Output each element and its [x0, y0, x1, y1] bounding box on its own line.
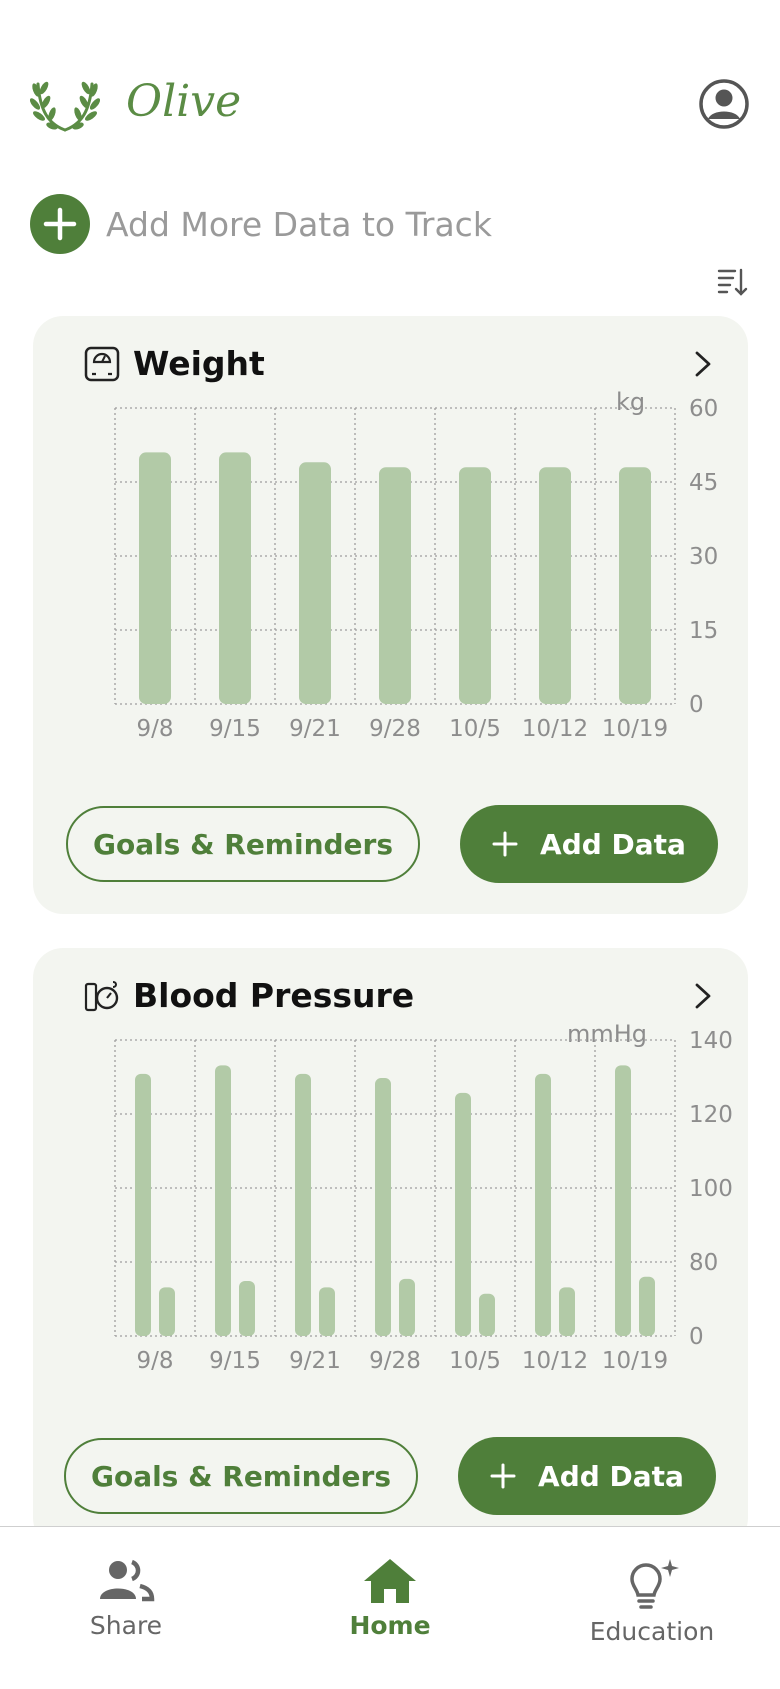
plus-circle-icon — [30, 194, 90, 254]
goals-reminders-button[interactable]: Goals & Reminders — [66, 806, 420, 882]
chevron-right-icon[interactable] — [694, 982, 712, 1014]
chart-bar — [459, 467, 491, 704]
y-tick-label: 45 — [689, 470, 718, 496]
chart-grid — [114, 1039, 676, 1337]
nav-education[interactable]: Education — [552, 1557, 752, 1646]
scale-icon — [84, 346, 120, 381]
x-tick-label: 10/19 — [602, 716, 668, 742]
add-data-button[interactable]: Add Data — [458, 1437, 716, 1515]
x-tick-label: 10/12 — [522, 1348, 588, 1374]
weight-card-header: Weight — [83, 344, 265, 383]
blood-pressure-chart: 0 80 100 120 140 9/8 9/15 9/21 9/28 10/5 10/12 10/1… — [114, 1028, 733, 1374]
chart-bar — [535, 1073, 551, 1336]
sort-button[interactable] — [716, 266, 748, 302]
add-data-label: Add Data — [540, 827, 686, 861]
people-icon — [100, 1559, 155, 1602]
add-more-data-button[interactable]: Add More Data to Track — [30, 194, 492, 254]
chart-bar — [139, 452, 171, 704]
laurel-logo-icon — [29, 78, 101, 138]
nav-education-label: Education — [589, 1617, 715, 1646]
y-tick-label: 0 — [689, 692, 704, 718]
nav-home[interactable]: Home — [290, 1557, 490, 1640]
chart-bar — [639, 1276, 655, 1336]
y-tick-label: 15 — [689, 618, 718, 644]
chart-bar — [539, 467, 571, 704]
y-tick-label: 100 — [689, 1176, 733, 1202]
y-tick-label: 140 — [689, 1028, 733, 1054]
bottom-nav: Share Home Education — [0, 1526, 780, 1689]
plus-icon — [492, 831, 518, 857]
nav-share[interactable]: Share — [26, 1557, 226, 1640]
blood-pressure-card-header: Blood Pressure — [83, 976, 414, 1015]
chart-bar — [135, 1073, 151, 1336]
chart-bar — [215, 1065, 231, 1336]
app-logo-text: Olive — [126, 76, 242, 127]
x-tick-label: 9/8 — [136, 716, 173, 742]
chart-bar — [619, 467, 651, 704]
goals-reminders-button[interactable]: Goals & Reminders — [64, 1438, 418, 1514]
weight-card[interactable]: Weight kg 0 15 30 45 60 9/8 9/15 9/21 9/28 10/5 10… — [33, 316, 748, 914]
chart-bar — [379, 467, 411, 704]
x-tick-label: 9/28 — [369, 1348, 421, 1374]
chart-bar — [299, 462, 331, 704]
x-tick-label: 10/19 — [602, 1348, 668, 1374]
y-tick-label: 30 — [689, 544, 718, 570]
chart-bar — [455, 1092, 471, 1336]
x-tick-label: 10/5 — [449, 1348, 501, 1374]
chart-bar — [295, 1073, 311, 1336]
x-tick-label: 10/12 — [522, 716, 588, 742]
chart-bar — [239, 1281, 255, 1336]
chart-bar — [375, 1078, 391, 1336]
x-tick-label: 9/21 — [289, 716, 341, 742]
chart-bar — [399, 1278, 415, 1336]
user-circle-icon — [699, 79, 749, 129]
chart-bar — [559, 1287, 575, 1336]
profile-button[interactable] — [698, 78, 750, 134]
plus-icon — [490, 1463, 516, 1489]
add-more-data-label: Add More Data to Track — [106, 204, 492, 244]
x-tick-label: 10/5 — [449, 716, 501, 742]
x-tick-label: 9/28 — [369, 716, 421, 742]
nav-share-label: Share — [89, 1611, 163, 1640]
y-tick-label: 120 — [689, 1102, 733, 1128]
app-header: Olive — [0, 60, 780, 150]
add-data-label: Add Data — [538, 1459, 684, 1493]
blood-pressure-card-title: Blood Pressure — [133, 976, 415, 1015]
blood-pressure-monitor-icon — [84, 980, 119, 1011]
chart-bar — [159, 1287, 175, 1336]
lightbulb-icon — [630, 1559, 679, 1609]
chart-bar — [615, 1065, 631, 1336]
y-tick-label: 0 — [689, 1324, 704, 1350]
chart-bar — [319, 1287, 335, 1336]
weight-chart: 0 15 30 45 60 9/8 9/15 9/21 9/28 10/5 10/12 10/19 — [114, 396, 718, 742]
weight-card-title: Weight — [133, 344, 265, 383]
x-tick-label: 9/15 — [209, 1348, 261, 1374]
y-tick-label: 80 — [689, 1250, 718, 1276]
x-tick-label: 9/8 — [136, 1348, 173, 1374]
home-icon — [364, 1559, 416, 1603]
x-tick-label: 9/21 — [289, 1348, 341, 1374]
nav-home-label: Home — [349, 1611, 431, 1640]
chart-bar — [219, 452, 251, 704]
blood-pressure-card[interactable]: Blood Pressure mmHg 0 80 100 120 140 9/8 9/15 9… — [33, 948, 748, 1548]
x-tick-label: 9/15 — [209, 716, 261, 742]
y-tick-label: 60 — [689, 396, 718, 422]
add-data-button[interactable]: Add Data — [460, 805, 718, 883]
sort-icon — [717, 268, 748, 296]
chevron-right-icon[interactable] — [694, 350, 712, 382]
chart-bar — [479, 1293, 495, 1336]
